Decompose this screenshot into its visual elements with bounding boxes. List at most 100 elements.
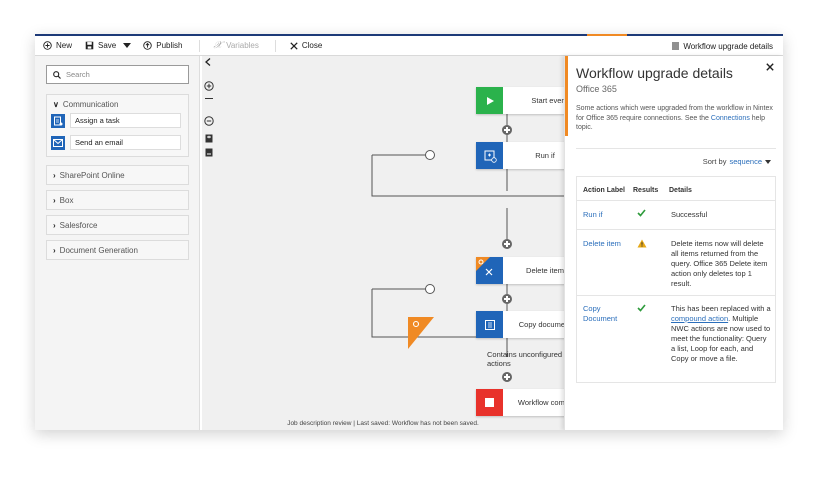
assign-task-icon — [51, 113, 65, 128]
workflow-upgrade-details-button[interactable]: Workflow upgrade details — [672, 36, 773, 56]
category-sharepoint-online[interactable]: › SharePoint Online — [46, 165, 189, 185]
save-disk-icon — [85, 41, 94, 50]
column-header: Action Label — [583, 187, 626, 194]
search-icon — [53, 70, 61, 79]
category-label: Document Generation — [59, 245, 138, 255]
expand-icon — [205, 134, 213, 143]
category-label: SharePoint Online — [59, 170, 125, 180]
zoom-out-icon — [204, 116, 214, 126]
chevron-down-icon: ∨ — [53, 99, 59, 109]
panel-divider — [576, 148, 776, 149]
unconfigured-actions-text: Contains unconfigured actions — [487, 350, 563, 368]
zoom-in-button[interactable] — [204, 78, 214, 96]
check-icon — [637, 304, 649, 315]
variables-icon: 𝒳 — [213, 40, 223, 51]
chevron-right-icon: › — [53, 245, 56, 255]
add-action-button[interactable] — [502, 125, 512, 135]
copy-document-icon — [476, 311, 503, 338]
collapse-toolbox-button[interactable] — [202, 56, 214, 68]
add-action-button[interactable] — [502, 239, 512, 249]
publish-button[interactable]: Publish — [143, 41, 183, 50]
variables-label: Variables — [226, 41, 259, 50]
toolbar: New Save Publish 𝒳 Variables Close Workf… — [35, 36, 783, 56]
run-if-icon — [476, 142, 503, 169]
check-icon — [637, 209, 649, 220]
publish-label: Publish — [156, 41, 183, 50]
stop-icon — [476, 389, 503, 416]
zoom-out-button[interactable] — [204, 113, 214, 131]
chevron-right-icon: › — [53, 220, 56, 230]
connections-link[interactable]: Connections — [711, 115, 750, 122]
sort-control[interactable]: Sort by sequence — [703, 157, 771, 166]
category-label: Box — [59, 195, 74, 205]
panel-close-button[interactable] — [766, 62, 774, 74]
action-label-link[interactable]: Delete item — [583, 239, 633, 249]
caret-down-icon — [123, 42, 132, 48]
column-header: Results — [633, 187, 659, 194]
save-dropdown-button[interactable] — [123, 42, 132, 49]
search-input[interactable] — [66, 70, 176, 79]
app-window: New Save Publish 𝒳 Variables Close Workf… — [35, 34, 783, 430]
warning-icon — [637, 239, 649, 251]
branch-connector-icon — [425, 150, 435, 160]
close-button[interactable]: Close — [290, 41, 322, 50]
panel-subtitle: Office 365 — [576, 84, 617, 94]
branch-connector-icon — [425, 284, 435, 294]
delete-item-icon — [476, 257, 503, 284]
sort-value[interactable]: sequence — [729, 157, 762, 166]
publish-icon — [143, 41, 152, 50]
zoom-slider-minus-icon[interactable] — [205, 98, 213, 100]
panel-description: Some actions which were upgraded from th… — [576, 104, 776, 133]
list-details-icon — [672, 42, 680, 50]
action-label: Send an email — [70, 135, 181, 150]
add-action-button[interactable] — [502, 294, 512, 304]
workflow-upgrade-panel: Workflow upgrade details Office 365 Some… — [564, 56, 783, 430]
category-document-generation[interactable]: › Document Generation — [46, 240, 189, 260]
new-label: New — [56, 41, 73, 50]
action-send-email[interactable]: Send an email — [51, 135, 188, 150]
save-label: Save — [98, 41, 117, 50]
save-button[interactable]: Save — [85, 41, 116, 50]
sort-label: Sort by — [702, 157, 727, 166]
category-label: Salesforce — [59, 220, 98, 230]
category-communication: ∨ Communication Assign a task Send an em… — [46, 94, 189, 157]
category-label: Communication — [62, 99, 119, 109]
chevron-right-icon: › — [53, 195, 56, 205]
action-label-link[interactable]: Run if — [583, 210, 633, 220]
zoom-in-icon — [204, 81, 214, 91]
category-header-communication[interactable]: ∨ Communication — [47, 95, 188, 113]
column-header: Details — [669, 187, 692, 194]
table-row: Delete item Delete items now will delete… — [577, 229, 775, 295]
upgrade-label: Workflow upgrade details — [683, 41, 773, 51]
chevron-right-icon: › — [53, 170, 56, 180]
action-assign-task[interactable]: Assign a task — [51, 113, 188, 128]
category-salesforce[interactable]: › Salesforce — [46, 215, 189, 235]
collapse-icon — [205, 148, 213, 157]
close-x-icon — [290, 41, 298, 50]
details-text: This has been replaced with a compound a… — [671, 304, 771, 364]
toolbar-divider — [274, 39, 276, 52]
close-label: Close — [301, 41, 323, 50]
email-icon — [51, 135, 65, 150]
unconfigured-warning-flag — [408, 317, 434, 349]
table-row: Run if Successful — [577, 200, 775, 229]
chevron-left-icon — [205, 58, 211, 66]
add-action-button[interactable] — [502, 372, 512, 382]
details-text: Successful — [671, 210, 708, 219]
new-button[interactable]: New — [43, 41, 72, 50]
category-box[interactable]: › Box — [46, 190, 189, 210]
action-label-link[interactable]: Copy Document — [583, 304, 623, 324]
compound-action-link[interactable]: compound action — [671, 314, 728, 323]
collapse-all-button[interactable] — [205, 144, 213, 162]
status-bar: Job description review | Last saved: Wor… — [287, 420, 479, 427]
close-icon — [766, 63, 774, 71]
details-text-start: This has been replaced with a — [671, 304, 771, 313]
workflow-canvas[interactable]: Start event Run if ••• Delete item — [202, 56, 598, 430]
play-icon — [476, 87, 503, 114]
search-box — [46, 65, 189, 84]
panel-accent-bar — [565, 56, 568, 136]
upgrade-results-table: Action Label Results Details Run if Succ… — [576, 176, 776, 383]
panel-title: Workflow upgrade details — [576, 65, 733, 81]
variables-button[interactable]: 𝒳 Variables — [214, 40, 259, 51]
details-text: Delete items now will delete all items r… — [671, 239, 768, 288]
